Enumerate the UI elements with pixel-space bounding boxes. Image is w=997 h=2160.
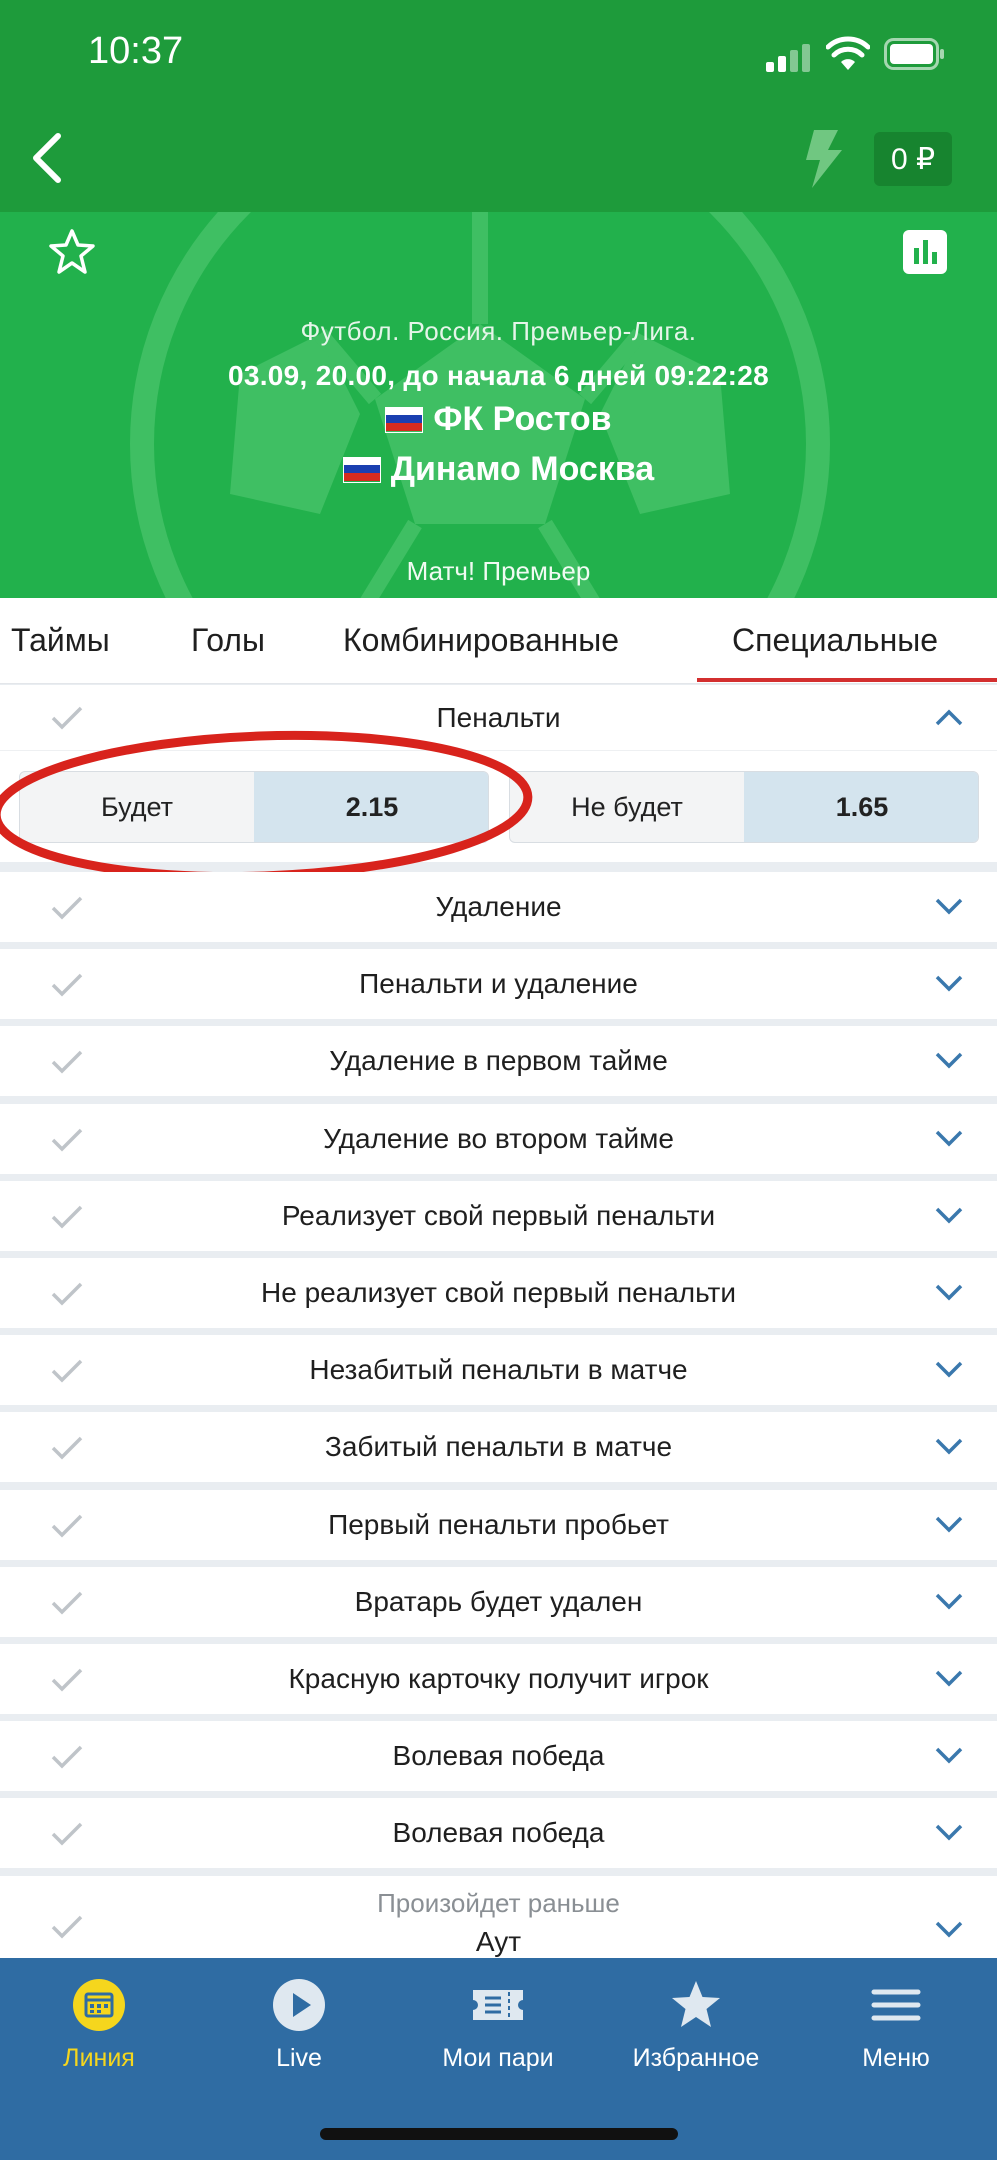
market-row[interactable]: Незабитый пенальти в матче	[0, 1335, 997, 1405]
nav-label: Линия	[63, 2044, 135, 2072]
bar-chart-icon	[914, 240, 937, 264]
nav-label: Live	[276, 2044, 322, 2072]
chevron-down-icon[interactable]	[934, 1283, 964, 1303]
market-row[interactable]: Первый пенальти пробьет	[0, 1490, 997, 1560]
team-away-name: Динамо Москва	[390, 450, 655, 488]
top-bar: 10:37 0 ₽	[0, 0, 997, 212]
team-home: ФК Ростов	[0, 400, 997, 439]
market-title: Незабитый пенальти в матче	[309, 1354, 688, 1385]
chevron-down-icon[interactable]	[934, 897, 964, 917]
market-title: Вратарь будет удален	[354, 1586, 643, 1617]
market-title: Не реализует свой первый пенальти	[261, 1277, 736, 1308]
market-row[interactable]: Реализует свой первый пенальти	[0, 1181, 997, 1251]
market-title: Аут	[475, 1926, 522, 1957]
outcome-name: Не будет	[571, 791, 683, 822]
hamburger-menu-icon	[871, 1989, 921, 2021]
market-subtitle: Произойдет раньше	[377, 1888, 620, 1918]
russia-flag-icon	[342, 456, 381, 483]
market-row[interactable]: Не реализует свой первый пенальти	[0, 1258, 997, 1328]
play-icon	[273, 1979, 325, 2031]
market-row[interactable]: Вратарь будет удален	[0, 1567, 997, 1637]
star-icon	[672, 1981, 720, 2027]
market-title: Удаление во втором тайме	[323, 1123, 674, 1154]
chevron-down-icon[interactable]	[934, 974, 964, 994]
red-circle-annotation	[0, 730, 533, 882]
screen: 10:37 0 ₽ Футбол. Россия. Премьер-Лига. …	[0, 0, 997, 2160]
tab-halves[interactable]: Таймы	[11, 622, 110, 659]
nav-label: Мои пари	[442, 2044, 554, 2072]
market-row[interactable]: Забитый пенальти в матче	[0, 1412, 997, 1482]
market-row[interactable]: Удаление во втором тайме	[0, 1104, 997, 1174]
chevron-down-icon[interactable]	[934, 1206, 964, 1226]
nav-live[interactable]: Live	[209, 1978, 389, 2073]
chevron-down-icon[interactable]	[934, 1920, 964, 1940]
team-away: Динамо Москва	[0, 450, 997, 489]
active-tab-indicator	[697, 678, 997, 682]
market-row[interactable]: Волевая победа	[0, 1798, 997, 1868]
market-title: Удаление	[435, 891, 562, 922]
nav-menu[interactable]: Меню	[806, 1978, 986, 2073]
market-title: Красную карточку получит игрок	[288, 1663, 709, 1694]
market-row[interactable]: Удаление	[0, 872, 997, 942]
chevron-down-icon[interactable]	[934, 1360, 964, 1380]
chevron-down-icon[interactable]	[934, 1051, 964, 1071]
wifi-icon	[826, 36, 870, 70]
match-header: Футбол. Россия. Премьер-Лига. 03.09, 20.…	[0, 212, 997, 598]
nav-my-bets[interactable]: Мои пари	[408, 1978, 588, 2073]
market-title: Пенальти и удаление	[359, 968, 638, 999]
balance-button[interactable]: 0 ₽	[874, 132, 952, 186]
tab-combined[interactable]: Комбинированные	[343, 622, 619, 659]
chevron-up-icon[interactable]	[934, 707, 964, 727]
market-title: Волевая победа	[392, 1740, 605, 1771]
cellular-signal-icon	[766, 44, 810, 72]
market-tabs: Таймы Голы Комбинированные Специальные	[0, 598, 997, 684]
nav-label: Меню	[862, 2044, 930, 2072]
home-indicator	[320, 2128, 678, 2140]
outcome-odds: 1.65	[744, 772, 978, 842]
chevron-down-icon[interactable]	[934, 1823, 964, 1843]
chevron-down-icon[interactable]	[934, 1129, 964, 1149]
market-row-occurs-first[interactable]: Произойдет раньше Аут	[0, 1876, 997, 1958]
nav-label: Избранное	[632, 2044, 760, 2072]
calendar-icon	[73, 1979, 125, 2031]
lightning-icon[interactable]	[800, 130, 846, 188]
nav-favorites[interactable]: Избранное	[606, 1978, 786, 2073]
russia-flag-icon	[385, 406, 424, 433]
statistics-button[interactable]	[903, 230, 947, 274]
battery-icon	[884, 38, 944, 70]
team-home-name: ФК Ростов	[433, 400, 612, 438]
nav-line[interactable]: Линия	[9, 1978, 189, 2073]
status-time: 10:37	[88, 30, 184, 72]
broadcast-channel: Матч! Премьер	[406, 556, 591, 586]
market-row[interactable]: Пенальти и удаление	[0, 949, 997, 1019]
outcome-will-not-be-button[interactable]: Не будет 1.65	[509, 771, 979, 843]
tab-goals[interactable]: Голы	[191, 622, 265, 659]
market-title: Первый пенальти пробьет	[328, 1509, 669, 1540]
favorite-star-icon[interactable]	[48, 228, 96, 276]
market-title: Забитый пенальти в матче	[324, 1431, 673, 1462]
market-row[interactable]: Красную карточку получит игрок	[0, 1644, 997, 1714]
tab-special[interactable]: Специальные	[732, 622, 938, 659]
market-row[interactable]: Удаление в первом тайме	[0, 1026, 997, 1096]
match-datetime: 03.09, 20.00, до начала 6 дней 09:22:28	[227, 360, 770, 391]
league-name: Футбол. Россия. Премьер-Лига.	[300, 316, 697, 346]
market-title: Волевая победа	[392, 1817, 605, 1848]
ticket-icon	[473, 1990, 523, 2020]
chevron-down-icon[interactable]	[934, 1515, 964, 1535]
back-arrow-icon[interactable]	[26, 130, 70, 186]
chevron-down-icon[interactable]	[934, 1437, 964, 1457]
market-row[interactable]: Волевая победа	[0, 1721, 997, 1791]
chevron-down-icon[interactable]	[934, 1669, 964, 1689]
chevron-down-icon[interactable]	[934, 1746, 964, 1766]
chevron-down-icon[interactable]	[934, 1592, 964, 1612]
market-title: Реализует свой первый пенальти	[281, 1200, 716, 1231]
market-title: Удаление в первом тайме	[329, 1045, 668, 1076]
